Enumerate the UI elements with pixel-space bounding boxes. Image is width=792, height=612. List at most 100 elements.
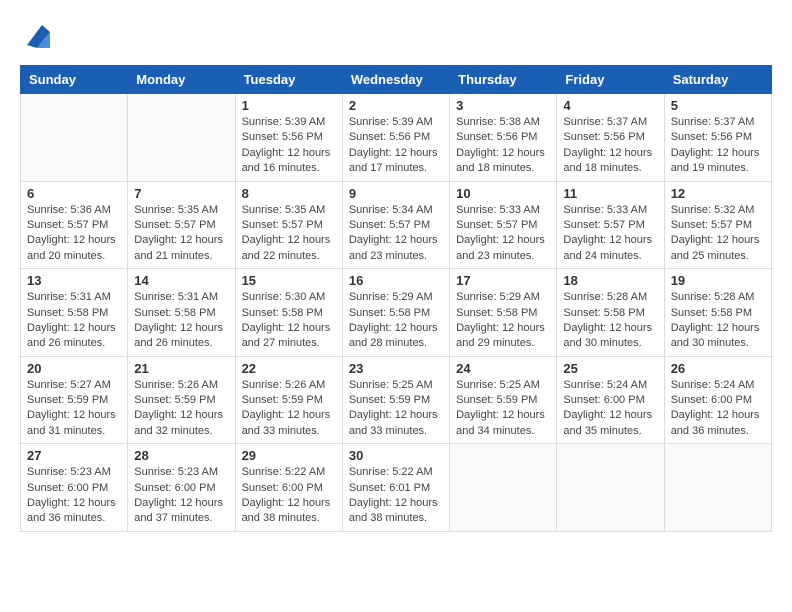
day-info: Sunrise: 5:26 AM Sunset: 5:59 PM Dayligh… [134, 378, 228, 440]
calendar-cell: 9 Sunrise: 5:34 AM Sunset: 5:57 PM Daylig… [342, 181, 449, 269]
weekday-header-tuesday: Tuesday [235, 66, 342, 94]
day-info: Sunrise: 5:33 AM Sunset: 5:57 PM Dayligh… [456, 203, 550, 265]
calendar-week-row: 13 Sunrise: 5:31 AM Sunset: 5:58 PM Dayli… [21, 269, 772, 357]
calendar-cell: 27 Sunrise: 5:23 AM Sunset: 6:00 PM Dayli… [21, 444, 128, 532]
day-info: Sunrise: 5:39 AM Sunset: 5:56 PM Dayligh… [242, 115, 336, 177]
weekday-header-thursday: Thursday [450, 66, 557, 94]
day-number: 28 [134, 448, 228, 463]
day-number: 29 [242, 448, 336, 463]
calendar-cell [21, 94, 128, 182]
day-number: 17 [456, 273, 550, 288]
calendar-cell [128, 94, 235, 182]
day-info: Sunrise: 5:28 AM Sunset: 5:58 PM Dayligh… [563, 290, 657, 352]
calendar-cell: 28 Sunrise: 5:23 AM Sunset: 6:00 PM Dayli… [128, 444, 235, 532]
day-number: 13 [27, 273, 121, 288]
day-number: 11 [563, 186, 657, 201]
day-number: 2 [349, 98, 443, 113]
day-info: Sunrise: 5:35 AM Sunset: 5:57 PM Dayligh… [242, 203, 336, 265]
weekday-header-wednesday: Wednesday [342, 66, 449, 94]
calendar-cell: 18 Sunrise: 5:28 AM Sunset: 5:58 PM Dayli… [557, 269, 664, 357]
day-info: Sunrise: 5:23 AM Sunset: 6:00 PM Dayligh… [27, 465, 121, 527]
weekday-header-saturday: Saturday [664, 66, 771, 94]
calendar-week-row: 1 Sunrise: 5:39 AM Sunset: 5:56 PM Daylig… [21, 94, 772, 182]
calendar-cell: 6 Sunrise: 5:36 AM Sunset: 5:57 PM Daylig… [21, 181, 128, 269]
weekday-header-row: SundayMondayTuesdayWednesdayThursdayFrid… [21, 66, 772, 94]
day-number: 7 [134, 186, 228, 201]
day-number: 30 [349, 448, 443, 463]
calendar-cell: 13 Sunrise: 5:31 AM Sunset: 5:58 PM Dayli… [21, 269, 128, 357]
day-info: Sunrise: 5:31 AM Sunset: 5:58 PM Dayligh… [134, 290, 228, 352]
day-info: Sunrise: 5:33 AM Sunset: 5:57 PM Dayligh… [563, 203, 657, 265]
day-info: Sunrise: 5:30 AM Sunset: 5:58 PM Dayligh… [242, 290, 336, 352]
calendar-cell: 23 Sunrise: 5:25 AM Sunset: 5:59 PM Dayli… [342, 356, 449, 444]
calendar-cell: 25 Sunrise: 5:24 AM Sunset: 6:00 PM Dayli… [557, 356, 664, 444]
day-number: 3 [456, 98, 550, 113]
day-info: Sunrise: 5:24 AM Sunset: 6:00 PM Dayligh… [563, 378, 657, 440]
day-info: Sunrise: 5:37 AM Sunset: 5:56 PM Dayligh… [671, 115, 765, 177]
day-number: 23 [349, 361, 443, 376]
day-number: 1 [242, 98, 336, 113]
day-info: Sunrise: 5:22 AM Sunset: 6:01 PM Dayligh… [349, 465, 443, 527]
day-info: Sunrise: 5:31 AM Sunset: 5:58 PM Dayligh… [27, 290, 121, 352]
calendar-week-row: 20 Sunrise: 5:27 AM Sunset: 5:59 PM Dayli… [21, 356, 772, 444]
calendar-table: SundayMondayTuesdayWednesdayThursdayFrid… [20, 65, 772, 532]
day-info: Sunrise: 5:34 AM Sunset: 5:57 PM Dayligh… [349, 203, 443, 265]
calendar-cell [450, 444, 557, 532]
calendar-cell: 1 Sunrise: 5:39 AM Sunset: 5:56 PM Daylig… [235, 94, 342, 182]
day-info: Sunrise: 5:26 AM Sunset: 5:59 PM Dayligh… [242, 378, 336, 440]
day-number: 18 [563, 273, 657, 288]
day-info: Sunrise: 5:29 AM Sunset: 5:58 PM Dayligh… [349, 290, 443, 352]
calendar-cell: 4 Sunrise: 5:37 AM Sunset: 5:56 PM Daylig… [557, 94, 664, 182]
calendar-cell: 12Sunrise: 5:32 AM Sunset: 5:57 PM Dayli… [664, 181, 771, 269]
calendar-cell: 2Sunrise: 5:39 AM Sunset: 5:56 PM Daylig… [342, 94, 449, 182]
day-number: 6 [27, 186, 121, 201]
day-number: 10 [456, 186, 550, 201]
day-info: Sunrise: 5:25 AM Sunset: 5:59 PM Dayligh… [456, 378, 550, 440]
day-info: Sunrise: 5:22 AM Sunset: 6:00 PM Dayligh… [242, 465, 336, 527]
day-number: 16 [349, 273, 443, 288]
calendar-cell: 7Sunrise: 5:35 AM Sunset: 5:57 PM Daylig… [128, 181, 235, 269]
calendar-cell: 26 Sunrise: 5:24 AM Sunset: 6:00 PM Dayli… [664, 356, 771, 444]
day-number: 22 [242, 361, 336, 376]
day-number: 27 [27, 448, 121, 463]
calendar-cell: 14 Sunrise: 5:31 AM Sunset: 5:58 PM Dayli… [128, 269, 235, 357]
day-info: Sunrise: 5:38 AM Sunset: 5:56 PM Dayligh… [456, 115, 550, 177]
day-info: Sunrise: 5:36 AM Sunset: 5:57 PM Dayligh… [27, 203, 121, 265]
day-number: 4 [563, 98, 657, 113]
day-number: 25 [563, 361, 657, 376]
page-header [20, 20, 772, 55]
day-info: Sunrise: 5:28 AM Sunset: 5:58 PM Dayligh… [671, 290, 765, 352]
calendar-cell: 24Sunrise: 5:25 AM Sunset: 5:59 PM Dayli… [450, 356, 557, 444]
weekday-header-friday: Friday [557, 66, 664, 94]
day-number: 5 [671, 98, 765, 113]
calendar-cell: 11 Sunrise: 5:33 AM Sunset: 5:57 PM Dayli… [557, 181, 664, 269]
calendar-cell: 8Sunrise: 5:35 AM Sunset: 5:57 PM Daylig… [235, 181, 342, 269]
calendar-cell: 21Sunrise: 5:26 AM Sunset: 5:59 PM Dayli… [128, 356, 235, 444]
day-info: Sunrise: 5:24 AM Sunset: 6:00 PM Dayligh… [671, 378, 765, 440]
calendar-cell: 22 Sunrise: 5:26 AM Sunset: 5:59 PM Dayli… [235, 356, 342, 444]
day-number: 9 [349, 186, 443, 201]
logo [20, 20, 52, 55]
weekday-header-monday: Monday [128, 66, 235, 94]
calendar-cell: 30 Sunrise: 5:22 AM Sunset: 6:01 PM Dayli… [342, 444, 449, 532]
day-info: Sunrise: 5:27 AM Sunset: 5:59 PM Dayligh… [27, 378, 121, 440]
calendar-cell: 3 Sunrise: 5:38 AM Sunset: 5:56 PM Daylig… [450, 94, 557, 182]
logo-icon [22, 20, 52, 50]
day-info: Sunrise: 5:25 AM Sunset: 5:59 PM Dayligh… [349, 378, 443, 440]
calendar-cell [664, 444, 771, 532]
calendar-cell: 20 Sunrise: 5:27 AM Sunset: 5:59 PM Dayli… [21, 356, 128, 444]
calendar-week-row: 27 Sunrise: 5:23 AM Sunset: 6:00 PM Dayli… [21, 444, 772, 532]
day-number: 26 [671, 361, 765, 376]
calendar-cell: 15Sunrise: 5:30 AM Sunset: 5:58 PM Dayli… [235, 269, 342, 357]
day-info: Sunrise: 5:32 AM Sunset: 5:57 PM Dayligh… [671, 203, 765, 265]
day-info: Sunrise: 5:37 AM Sunset: 5:56 PM Dayligh… [563, 115, 657, 177]
calendar-cell: 17 Sunrise: 5:29 AM Sunset: 5:58 PM Dayli… [450, 269, 557, 357]
calendar-cell: 5 Sunrise: 5:37 AM Sunset: 5:56 PM Daylig… [664, 94, 771, 182]
calendar-week-row: 6 Sunrise: 5:36 AM Sunset: 5:57 PM Daylig… [21, 181, 772, 269]
day-info: Sunrise: 5:29 AM Sunset: 5:58 PM Dayligh… [456, 290, 550, 352]
day-number: 14 [134, 273, 228, 288]
day-number: 20 [27, 361, 121, 376]
calendar-cell: 19 Sunrise: 5:28 AM Sunset: 5:58 PM Dayli… [664, 269, 771, 357]
day-info: Sunrise: 5:23 AM Sunset: 6:00 PM Dayligh… [134, 465, 228, 527]
day-number: 19 [671, 273, 765, 288]
